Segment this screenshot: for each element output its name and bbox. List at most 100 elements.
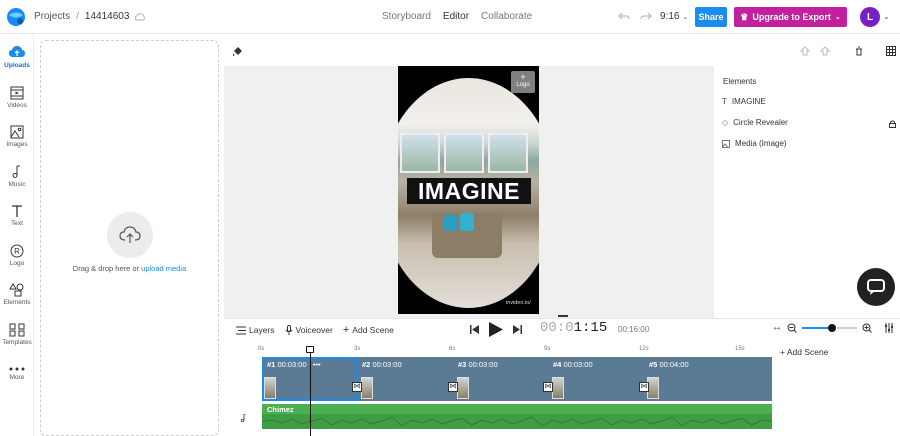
scene-label[interactable]: #2 00:03:00: [362, 360, 402, 369]
upload-media-link[interactable]: upload media: [141, 264, 186, 273]
breadcrumb-projects[interactable]: Projects: [34, 11, 70, 22]
microphone-icon: [285, 325, 292, 335]
timeline-ruler[interactable]: 0s 3s 6s 9s 12s 15s: [258, 346, 772, 356]
layers-button[interactable]: Layers: [236, 325, 275, 335]
element-label: Media (Image): [735, 139, 787, 148]
transition-icon[interactable]: ⋈: [448, 382, 458, 392]
audio-waveform: [262, 414, 772, 429]
add-scene-button[interactable]: + Add Scene: [343, 324, 394, 336]
window-image: [400, 133, 440, 173]
sidebar-item-music[interactable]: Music: [0, 165, 34, 188]
add-scene-right-button[interactable]: + Add Scene: [780, 347, 828, 357]
play-icon[interactable]: [489, 322, 503, 337]
tab-storyboard[interactable]: Storyboard: [382, 11, 431, 22]
timeline-actions: Layers Voiceover + Add Scene: [236, 324, 394, 336]
sidebar-item-label: Videos: [7, 102, 27, 109]
transition-icon[interactable]: ⋈: [352, 382, 362, 392]
playback-controls: [470, 322, 522, 337]
total-time: 00:16:00: [618, 325, 650, 334]
zoom-slider-knob[interactable]: [828, 323, 836, 332]
diamond-icon: ◇: [722, 118, 729, 127]
add-scene-right-label: Add Scene: [786, 347, 829, 357]
scene-duration: 00:03:00: [372, 360, 402, 369]
scene-label[interactable]: #5 00:04:00: [649, 360, 689, 369]
scene-label[interactable]: #1 00:03:00 •••: [267, 360, 321, 369]
plus-icon: +: [780, 347, 787, 357]
redo-icon[interactable]: [640, 10, 652, 22]
upload-dropzone[interactable]: Drag & drop here or upload media: [40, 40, 219, 436]
watermark: invideo.io/: [506, 300, 531, 306]
grid-icon[interactable]: [886, 46, 896, 56]
scene-thumbnail: [552, 377, 564, 399]
playhead[interactable]: [310, 346, 311, 436]
text-icon: T: [722, 97, 727, 106]
logo-placeholder[interactable]: + Logo: [511, 71, 535, 93]
transition-icon[interactable]: ⋈: [543, 382, 553, 392]
zoom-slider-rest[interactable]: [837, 326, 857, 329]
templates-icon: [9, 323, 25, 337]
sidebar-item-label: Music: [8, 181, 26, 188]
audio-track-label: Chimez: [267, 405, 294, 414]
trash-icon[interactable]: [854, 46, 864, 56]
headline-text-box[interactable]: IMAGINE: [407, 178, 531, 204]
sidebar-item-elements[interactable]: Elements: [0, 283, 34, 306]
element-item-imagine[interactable]: T IMAGINE: [722, 97, 766, 106]
sidebar-item-more[interactable]: More: [0, 366, 34, 381]
svg-text:R: R: [14, 247, 20, 256]
ruler-label: 15s: [735, 346, 745, 352]
share-button[interactable]: Share: [695, 7, 727, 27]
transition-icon[interactable]: ⋈: [639, 382, 649, 392]
scene-duration: 00:04:00: [659, 360, 689, 369]
zoom-slider[interactable]: [802, 323, 836, 332]
upgrade-to-export-button[interactable]: ♛ Upgrade to Export ⌄: [734, 7, 847, 27]
scene-number: #4: [553, 360, 562, 369]
sidebar: Uploads Videos Images Music Text R Logo …: [0, 34, 34, 436]
element-item-circle-revealer[interactable]: ◇ Circle Revealer: [722, 118, 788, 127]
sidebar-item-label: Images: [6, 141, 28, 148]
fit-width-icon[interactable]: ↔: [772, 322, 782, 333]
undo-icon[interactable]: [618, 10, 630, 22]
tab-collaborate[interactable]: Collaborate: [481, 11, 532, 22]
skip-forward-icon[interactable]: [513, 325, 522, 334]
chevron-down-icon[interactable]: ⌄: [883, 12, 890, 21]
project-id[interactable]: 14414603: [85, 11, 130, 22]
chevron-down-icon: ⌄: [834, 14, 841, 21]
send-backward-icon[interactable]: [820, 46, 830, 56]
sidebar-item-videos[interactable]: Videos: [0, 86, 34, 109]
app-logo-icon[interactable]: [5, 6, 27, 28]
tab-editor[interactable]: Editor: [443, 11, 469, 22]
resize-handle[interactable]: [558, 315, 568, 317]
zoom-in-icon[interactable]: [862, 323, 872, 333]
zoom-out-icon[interactable]: [787, 323, 797, 333]
scene-duration: 00:03:00: [563, 360, 593, 369]
logo-placeholder-label: Logo: [516, 82, 530, 88]
sidebar-item-text[interactable]: Text: [0, 204, 34, 227]
element-item-media[interactable]: Media (Image): [722, 139, 787, 148]
ruler-label: 12s: [639, 346, 649, 352]
sidebar-item-templates[interactable]: Templates: [0, 323, 34, 346]
scene-label[interactable]: #4 00:03:00: [553, 360, 593, 369]
pillow-image: [443, 215, 457, 231]
sidebar-item-logo[interactable]: R Logo: [0, 244, 34, 267]
settings-sliders-icon[interactable]: [885, 322, 893, 333]
sidebar-item-images[interactable]: Images: [0, 125, 34, 148]
layers-icon: [236, 326, 246, 334]
more-options-icon[interactable]: •••: [313, 360, 321, 369]
upload-button[interactable]: [107, 212, 153, 258]
lock-icon[interactable]: [889, 120, 896, 128]
paint-bucket-icon[interactable]: [232, 44, 244, 56]
sidebar-item-uploads[interactable]: Uploads: [0, 46, 34, 69]
bring-forward-icon[interactable]: [800, 46, 810, 56]
skip-back-icon[interactable]: [470, 325, 479, 334]
playhead-handle[interactable]: [306, 346, 314, 353]
music-note-icon[interactable]: [239, 414, 247, 422]
aspect-ratio-select[interactable]: 9:16 ⌄: [660, 11, 688, 22]
scene-number: #5: [649, 360, 658, 369]
element-label: IMAGINE: [731, 97, 766, 106]
pillow-image: [460, 213, 474, 231]
avatar[interactable]: L: [860, 7, 880, 27]
voiceover-button[interactable]: Voiceover: [285, 325, 333, 335]
scene-label[interactable]: #3 00:03:00: [458, 360, 498, 369]
sidebar-item-label: Text: [11, 220, 23, 227]
chat-support-button[interactable]: [857, 268, 895, 306]
